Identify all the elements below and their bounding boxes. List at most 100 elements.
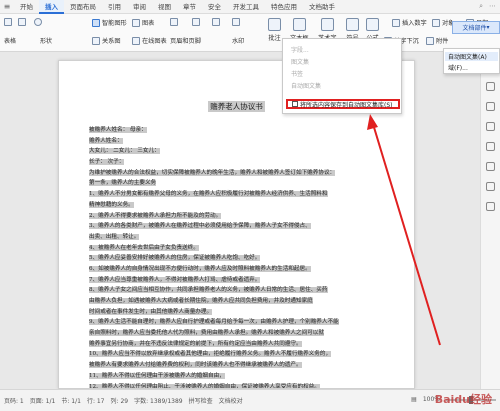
watermark-button[interactable] xyxy=(212,18,220,26)
document-line-text: 被赡养人姓名： 母亲： xyxy=(89,127,147,133)
document-line-text: 赡养人姓名： xyxy=(89,137,123,144)
view-mode-icon[interactable]: ▤ xyxy=(411,396,417,403)
translate-icon[interactable] xyxy=(486,122,495,131)
shape-button[interactable] xyxy=(34,18,42,26)
watermark-label: 水印 xyxy=(232,38,245,45)
tab-page-layout[interactable]: 页面布局 xyxy=(64,0,102,14)
picture-icon xyxy=(18,18,26,26)
doc-parts-dropdown: 字段... 图文集 书签 自动图文集 将所选内容保存到自动图文集库(S) xyxy=(282,38,402,114)
document-body[interactable]: 被赡养人姓名： 母亲： 赡养人姓名： 大女儿： 二女儿： 三女儿： 长子： 次子：… xyxy=(89,125,389,388)
tab-security[interactable]: 安全 xyxy=(202,0,227,14)
document-line-text: 由赡养人负担，如遇被赡养人大病或者长期住院，赡养人应共同负担费用，并及时通知家庭 xyxy=(89,298,313,304)
tab-review[interactable]: 审阅 xyxy=(127,0,152,14)
dropdown-item-autotext-gallery[interactable]: 自动图文集 xyxy=(291,81,321,90)
document-line-text: 9、赡养人生活不能自理时，赡养人应自行护理或者每月给予每一次，由赡养人护理，个别… xyxy=(89,319,339,326)
tab-view[interactable]: 视图 xyxy=(152,0,177,14)
dropdown-item-bookmark[interactable]: 书签 xyxy=(291,69,303,78)
comment-label: 批注 xyxy=(268,35,281,42)
document-line-text: 11、赡养人不得以任何理由干涉被赡养人的婚姻自由， xyxy=(89,372,225,379)
watermark-label-button[interactable]: 水印 xyxy=(232,36,244,45)
symbol-icon xyxy=(346,18,359,31)
submenu-item-field[interactable]: 域(F)... xyxy=(448,63,468,72)
insert-number-button[interactable]: 插入数字 xyxy=(392,18,427,27)
document-line: 出卖、出租、转让。 xyxy=(89,232,389,243)
settings-icon[interactable] xyxy=(486,162,495,171)
tab-home[interactable]: 开始 xyxy=(14,0,39,14)
textbox-small-button[interactable] xyxy=(232,18,240,26)
document-line: 被赡养人姓名： 母亲： xyxy=(89,125,389,136)
document-line: 亲自照料时，赡养人应当委托他人代为照料，费用由赡养人承担。赡养人和被赡养人之间可… xyxy=(89,328,389,339)
share-icon[interactable] xyxy=(486,182,495,191)
table-label-button[interactable]: 表格 xyxy=(4,36,16,45)
document-line-text: 出卖、出租、转让。 xyxy=(89,233,140,240)
textbox-big-icon xyxy=(292,18,306,31)
online-chart-button[interactable]: 在线图表 xyxy=(132,36,167,45)
more-icon[interactable]: ⋯ xyxy=(489,2,496,11)
document-line-text: 1、赡养人不分男女都有赡养父母的义务，在赡养人应积极履行对被赡养人经济供养、生活… xyxy=(89,191,328,198)
tab-special[interactable]: 特色应用 xyxy=(265,0,303,14)
status-doc-check[interactable]: 文档校对 xyxy=(219,396,243,405)
chart-button[interactable]: 图表 xyxy=(132,18,154,27)
shape-icon xyxy=(34,18,42,26)
doc-parts-button[interactable]: 文档部件 ▾ xyxy=(452,21,500,34)
status-row: 行: 17 xyxy=(86,398,105,405)
tab-developer[interactable]: 开发工具 xyxy=(227,0,265,14)
page-number-button[interactable] xyxy=(192,18,200,26)
shape-label-button[interactable]: 形状 xyxy=(40,36,52,45)
tab-chapter[interactable]: 章节 xyxy=(177,0,202,14)
document-line: 7、赡养人应当尊重被赡养人，不得对被赡养人打骂、虐待或者遗弃。 xyxy=(89,275,389,286)
status-bar: 页码: 1 页面: 1/1 节: 1/1 行: 17 列: 29 字数: 138… xyxy=(0,389,500,411)
document-line: 12、赡养人不得以任何理由阻止、干涉被赡养人的婚姻自由，保证被赡养人享受应有的权… xyxy=(89,382,389,388)
document-line: 赡养事宜另行协商，并在不违反法律规定的前提下，所有约定应当由赡养人共同遵守。 xyxy=(89,339,389,350)
table-icon xyxy=(4,18,12,26)
dropdown-item-field[interactable]: 字段... xyxy=(291,45,309,54)
attachment-button[interactable]: 附件 xyxy=(426,36,448,45)
online-chart-icon xyxy=(132,36,140,45)
document-line-text: 为维护被赡养人的合法权益，切实保障被赡养人的晚年生活，赡养人和被赡养人签订如下赡… xyxy=(89,169,336,176)
help-icon[interactable] xyxy=(486,202,495,211)
document-line: 9、赡养人生活不能自理时，赡养人应自行护理或者每月给予每一次，由赡养人护理，个别… xyxy=(89,317,389,328)
save-selection-to-autotext-item[interactable]: 将所选内容保存到自动图文集库(S) xyxy=(286,99,400,109)
shape-pane-icon[interactable] xyxy=(486,102,495,111)
menu-icon[interactable]: ≡ xyxy=(0,0,14,14)
status-spellcheck[interactable]: 拼写检查 xyxy=(189,396,213,405)
header-footer-label-button[interactable]: 页眉和页脚 xyxy=(170,36,201,45)
watermark-logo: Baidu经验 xyxy=(434,393,492,406)
document-line: 大女儿： 二女儿： 三女儿： xyxy=(89,146,389,157)
wordart-icon xyxy=(320,18,334,31)
object-icon xyxy=(432,18,440,27)
tab-insert[interactable]: 插入 xyxy=(39,0,64,14)
status-wordcount[interactable]: 字数: 1389/1389 xyxy=(134,396,183,405)
picture-button[interactable] xyxy=(18,18,26,26)
document-line-text: 长子： 次子： xyxy=(89,159,125,166)
shape-label: 形状 xyxy=(40,38,53,45)
tab-references[interactable]: 引用 xyxy=(102,0,127,14)
smartart-button[interactable]: 智能图形 xyxy=(92,18,127,27)
doc-parts-label: 文档部件 xyxy=(462,25,487,32)
comment-button[interactable]: 批注 xyxy=(268,18,281,42)
doc-parts-submenu: 自动图文集(A) 域(F)... xyxy=(443,48,500,74)
document-line: 时间或者在事件发生时，由其他赡养人商量办理。 xyxy=(89,307,389,318)
table-button[interactable] xyxy=(4,18,12,26)
insert-number-label: 插入数字 xyxy=(402,20,427,27)
number-icon xyxy=(392,18,400,27)
document-line: 8、赡养人子女之间应当相互协作，共同承担赡养老人的义务，被赡养人日常的生活、居住… xyxy=(89,285,389,296)
relation-icon xyxy=(92,36,100,45)
right-sidebar xyxy=(480,52,500,389)
submenu-item-autotext[interactable]: 自动图文集(A) xyxy=(445,52,498,61)
search-icon[interactable]: ⌕ xyxy=(479,2,483,11)
header-footer-label: 页眉和页脚 xyxy=(170,38,201,45)
tab-doc-assistant[interactable]: 文档助手 xyxy=(303,0,341,14)
style-icon[interactable] xyxy=(486,82,495,91)
grid-icon[interactable] xyxy=(486,142,495,151)
watermark-icon xyxy=(212,18,220,26)
document-line: 6、如被赡养人的自身情况出现不方便行动时，赡养人应及时照料被赡养人的生活和起居。 xyxy=(89,264,389,275)
document-title-text: 赡养老人协议书 xyxy=(208,101,265,112)
relation-chart-button[interactable]: 关系图 xyxy=(92,36,121,45)
chevron-down-icon: ▾ xyxy=(486,24,490,31)
chart-icon xyxy=(132,18,140,27)
document-line-text: 7、赡养人应当尊重被赡养人，不得对被赡养人打骂、虐待或者遗弃。 xyxy=(89,276,261,283)
dropdown-item-autotext[interactable]: 图文集 xyxy=(291,57,309,66)
document-line-text: 大女儿： 二女儿： 三女儿： xyxy=(89,148,160,155)
header-footer-button[interactable] xyxy=(170,18,178,26)
